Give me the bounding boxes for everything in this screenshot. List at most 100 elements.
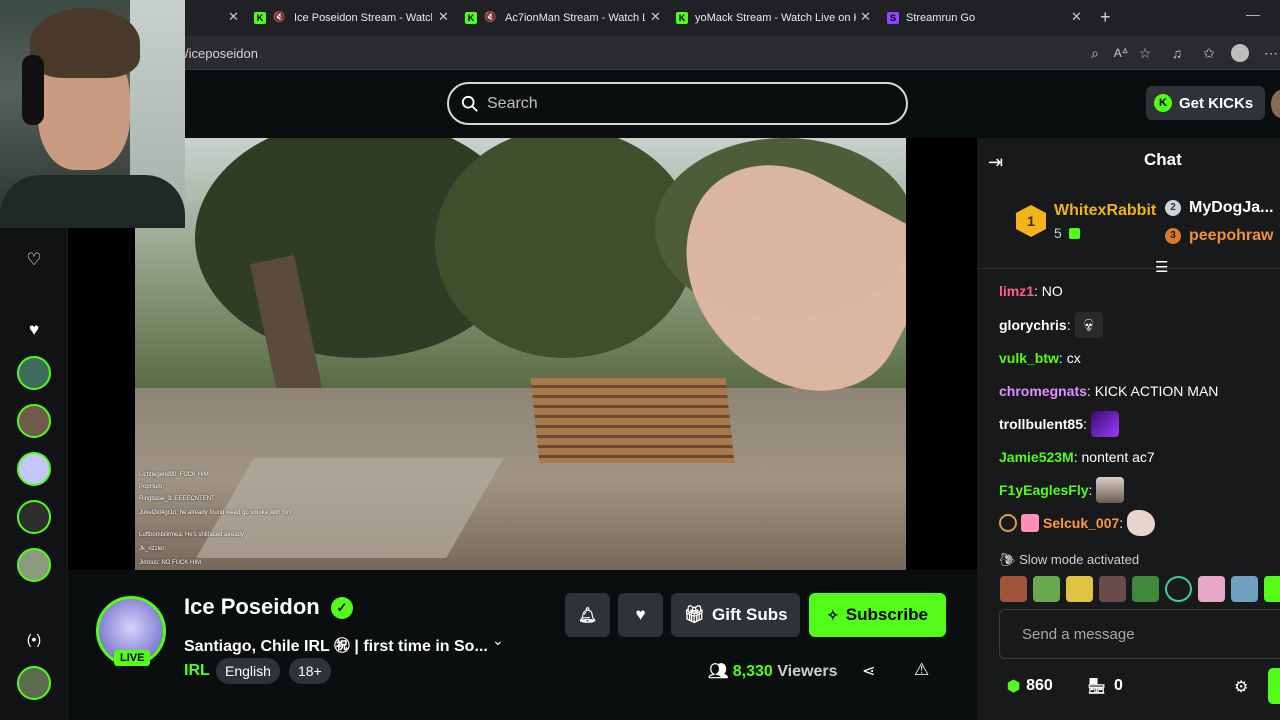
video-scene bbox=[530, 378, 735, 463]
report-warning-icon[interactable]: ⚠ bbox=[914, 660, 929, 680]
followed-channel-avatar[interactable] bbox=[17, 452, 51, 486]
gift-subs-button[interactable]: 🎁︎ Gift Subs bbox=[671, 593, 800, 637]
emote-button[interactable] bbox=[1033, 576, 1060, 602]
following-heart-outline-icon[interactable]: ♡ bbox=[24, 250, 44, 270]
gear-icon[interactable]: ⚙ bbox=[1234, 677, 1248, 697]
viewer-count-label: Viewers bbox=[777, 663, 838, 680]
chat-username[interactable]: vulk_btw bbox=[999, 350, 1059, 366]
stream-category[interactable]: IRL bbox=[184, 662, 210, 680]
leaderboard-name[interactable]: MyDogJa... bbox=[1189, 199, 1273, 217]
chat-username[interactable]: F1yEaglesFly bbox=[999, 482, 1089, 498]
streamrun-icon: S bbox=[887, 12, 899, 24]
tag-age[interactable]: 18+ bbox=[289, 658, 331, 684]
send-chat-button[interactable] bbox=[1268, 668, 1280, 704]
chat-username[interactable]: glorychris bbox=[999, 317, 1067, 333]
chat-text: NO bbox=[1041, 283, 1063, 299]
emote-button[interactable] bbox=[1132, 576, 1159, 602]
video-overlay-chat-line: Ringbase_3: EEEECNTENT bbox=[139, 496, 215, 502]
extensions-icon[interactable]: ♫ bbox=[1168, 44, 1186, 62]
chat-message-input[interactable] bbox=[999, 609, 1280, 659]
recommended-channel-avatar[interactable] bbox=[17, 666, 51, 700]
pinned-menu-icon[interactable]: ☰ bbox=[1155, 258, 1168, 276]
more-icon[interactable]: ⋯ bbox=[1262, 44, 1280, 62]
tab-close-icon[interactable]: ✕ bbox=[228, 10, 239, 24]
browser-tab-bar: ✕ K 🔇 Ice Poseidon Stream - Watch ✕ K 🔇 … bbox=[0, 0, 1280, 36]
favorite-star-icon[interactable]: ☆ bbox=[1136, 44, 1154, 62]
emote-button[interactable] bbox=[1198, 576, 1225, 602]
tab-ac7ionman[interactable]: K 🔇 Ac7ionMan Stream - Watch Li bbox=[465, 6, 645, 30]
tab-yomack[interactable]: K yoMack Stream - Watch Live on Ki bbox=[676, 6, 856, 30]
emote-button[interactable] bbox=[1264, 576, 1280, 602]
leaderboard-name[interactable]: WhitexRabbit bbox=[1054, 202, 1156, 220]
points-icon: ⬢ bbox=[1007, 678, 1021, 695]
tab-close-icon[interactable]: ✕ bbox=[438, 10, 449, 24]
chat-username[interactable]: trollbulent85 bbox=[999, 416, 1083, 432]
search-input[interactable] bbox=[487, 94, 867, 113]
chat-divider bbox=[977, 268, 1280, 269]
video-overlay-chat-line: Jimbus: NO FUCK HIM bbox=[139, 560, 202, 566]
video-letterbox bbox=[906, 138, 977, 570]
live-broadcast-icon[interactable]: (•) bbox=[24, 629, 44, 649]
followed-channel-avatar[interactable] bbox=[17, 404, 51, 438]
chat-username[interactable]: chromegnats bbox=[999, 383, 1087, 399]
chat-separator: : bbox=[1086, 383, 1091, 399]
leaderboard-rank-2-badge: 2 bbox=[1165, 200, 1181, 216]
chat-username[interactable]: Jamie523M bbox=[999, 449, 1074, 465]
video-scene bbox=[435, 138, 695, 358]
chat-separator: : bbox=[1034, 283, 1038, 299]
gift-subs-label: Gift Subs bbox=[712, 605, 788, 624]
tab-streamrun[interactable]: S Streamrun Go bbox=[887, 6, 1067, 30]
notification-bell-button[interactable]: 🔔︎ bbox=[565, 593, 610, 637]
chat-message: vulk_btw: cx bbox=[999, 350, 1081, 366]
muted-speaker-icon[interactable]: 🔇 bbox=[484, 12, 496, 24]
emote-button[interactable] bbox=[1066, 576, 1093, 602]
heart-icon: ♥ bbox=[635, 605, 646, 624]
emote-button[interactable] bbox=[1000, 576, 1027, 602]
tab-close-icon[interactable]: ✕ bbox=[860, 10, 871, 24]
video-overlay-chat-line: Lichtlegend90: FUCK HIM bbox=[139, 472, 209, 478]
left-sidebar: ♡ ♥ (•) bbox=[0, 228, 68, 720]
profile-avatar[interactable] bbox=[1231, 44, 1249, 62]
tab-title: Ice Poseidon Stream - Watch bbox=[294, 12, 432, 24]
emote-button[interactable] bbox=[1231, 576, 1258, 602]
subscribe-button[interactable]: ✧ Subscribe bbox=[809, 593, 946, 637]
get-kicks-button[interactable]: K Get KICKs bbox=[1146, 86, 1265, 120]
streamer-name[interactable]: Ice Poseidon bbox=[184, 594, 320, 620]
hand-emote bbox=[1127, 510, 1156, 536]
tab-close-icon[interactable]: ✕ bbox=[650, 10, 661, 24]
video-overlay-chat-line: Jk_rizzler: bbox=[139, 546, 167, 552]
share-icon[interactable]: ⋖ bbox=[862, 661, 875, 681]
minimize-icon[interactable]: — bbox=[1246, 6, 1260, 22]
followed-channel-avatar[interactable] bbox=[17, 548, 51, 582]
tag-language[interactable]: English bbox=[216, 658, 280, 684]
search-bar[interactable] bbox=[447, 82, 908, 125]
new-tab-button[interactable]: + bbox=[1100, 7, 1111, 28]
collapse-chat-icon[interactable]: ⇥ bbox=[988, 152, 1003, 173]
video-player[interactable]: Lichtlegend90: FUCK HIM PopHum: Ringbase… bbox=[135, 138, 906, 570]
chat-username[interactable]: Selcuk_007 bbox=[1043, 515, 1119, 531]
zoom-icon[interactable]: ⌕ bbox=[1086, 44, 1104, 62]
viewers-icon: 👥︎ bbox=[708, 663, 729, 680]
tab-ice-poseidon[interactable]: K 🔇 Ice Poseidon Stream - Watch bbox=[254, 6, 432, 30]
url-text[interactable]: /iceposeidon bbox=[185, 46, 258, 61]
verified-check-icon: ✓ bbox=[331, 597, 353, 619]
favorites-icon[interactable]: ✩ bbox=[1200, 44, 1218, 62]
chat-username[interactable]: limz1 bbox=[999, 283, 1034, 299]
read-aloud-icon[interactable]: Aᐞ bbox=[1112, 44, 1130, 62]
tab-close-icon[interactable]: ✕ bbox=[1071, 10, 1082, 24]
following-heart-icon[interactable]: ♥ bbox=[24, 320, 44, 340]
emote-button[interactable] bbox=[1099, 576, 1126, 602]
chat-text: nontent ac7 bbox=[1081, 449, 1155, 465]
leaderboard-count: 5 bbox=[1054, 225, 1062, 241]
followed-channel-avatar[interactable] bbox=[17, 500, 51, 534]
follow-button[interactable]: ♥ bbox=[618, 593, 663, 637]
channel-points[interactable]: ⬢ 860 bbox=[1007, 677, 1053, 695]
bell-icon: 🔔︎ bbox=[577, 607, 598, 624]
channel-store[interactable]: 🏪︎ 0 bbox=[1087, 677, 1123, 695]
muted-speaker-icon[interactable]: 🔇 bbox=[273, 12, 285, 24]
live-badge: LIVE bbox=[114, 650, 151, 666]
leaderboard-name[interactable]: peepohraw bbox=[1189, 227, 1273, 245]
emote-button[interactable] bbox=[1165, 576, 1192, 602]
followed-channel-avatar[interactable] bbox=[17, 356, 51, 390]
chevron-down-icon[interactable]: ⌄ bbox=[492, 632, 504, 649]
